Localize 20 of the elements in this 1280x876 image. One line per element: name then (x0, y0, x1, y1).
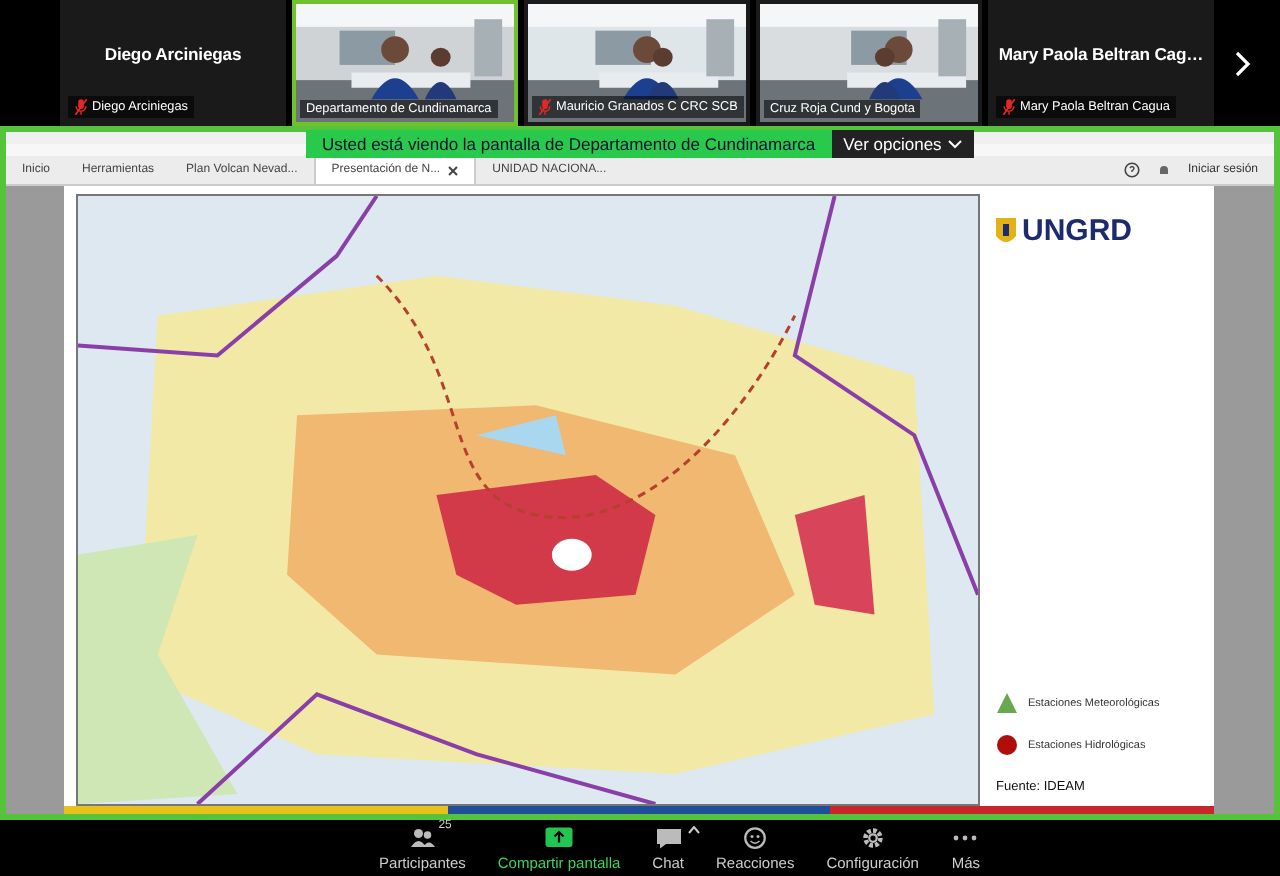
participant-name: Diego Arciniegas (104, 43, 242, 63)
people-icon (407, 825, 438, 849)
muted-mic-icon (74, 98, 88, 116)
settings-icon (857, 825, 888, 849)
participant-name: Mary Paola Beltran Cag… (998, 43, 1204, 63)
muted-mic-icon (1002, 98, 1016, 116)
smiley-icon (740, 825, 771, 849)
close-icon[interactable] (448, 165, 459, 175)
share-screen-icon (544, 825, 575, 849)
shield-logo-icon (996, 217, 1016, 245)
help-icon[interactable] (1123, 162, 1140, 178)
view-options-button[interactable]: Ver opciones (831, 130, 974, 158)
chat-bubble-icon (653, 825, 684, 849)
caret-up-icon[interactable] (688, 826, 701, 834)
logo-text: UNGRD (1022, 214, 1132, 248)
sharing-banner: Usted está viendo la pantalla de Departamento de Cundinamarca (306, 130, 832, 158)
chevron-right-icon[interactable] (1233, 49, 1251, 77)
bell-icon[interactable] (1155, 162, 1172, 178)
muted-mic-icon (538, 98, 552, 116)
caret-icon (947, 139, 962, 149)
